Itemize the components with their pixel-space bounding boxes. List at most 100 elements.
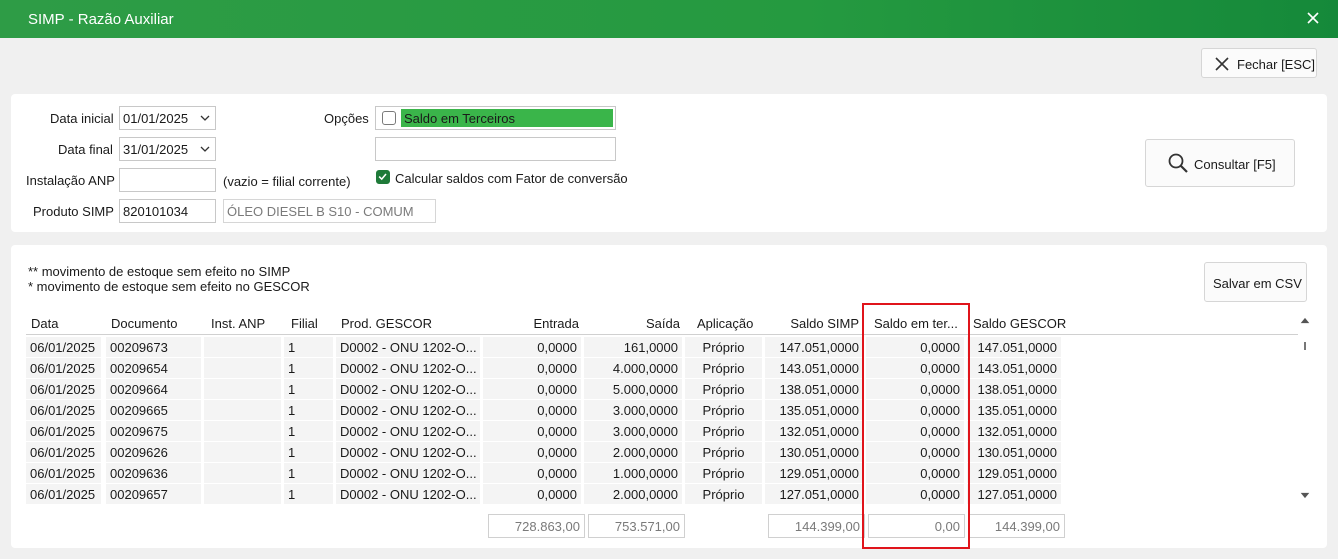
header-divider [26,334,1298,335]
instalacao-field[interactable] [119,168,216,192]
scroll-down-icon[interactable] [1299,491,1311,500]
cell-saldo-gescor: 130.051,0000 [967,442,1061,462]
cell-documento: 00209673 [106,337,201,357]
cell-data: 06/01/2025 [26,358,101,378]
instalacao-hint: (vazio = filial corrente) [223,174,351,189]
fator-conversao-label: Calcular saldos com Fator de conversão [395,171,628,186]
cell-prod: D0002 - ONU 1202-O... [336,337,480,357]
cell-documento: 00209657 [106,484,201,504]
cell-entrada: 0,0000 [483,400,581,420]
cell-filial: 1 [284,484,333,504]
cell-data: 06/01/2025 [26,400,101,420]
cell-documento: 00209675 [106,421,201,441]
consultar-button[interactable]: Consultar [F5] [1145,139,1295,187]
scroll-up-icon[interactable] [1299,316,1311,325]
cell-documento: 00209626 [106,442,201,462]
cell-data: 06/01/2025 [26,421,101,441]
cell-saldo-gescor: 147.051,0000 [967,337,1061,357]
cell-saldo-simp: 147.051,0000 [765,337,863,357]
window-title: SIMP - Razão Auxiliar [28,11,174,28]
cell-aplicacao: Próprio [685,400,762,420]
cell-prod: D0002 - ONU 1202-O... [336,400,480,420]
cell-filial: 1 [284,463,333,483]
cell-saldo-gescor: 138.051,0000 [967,379,1061,399]
note-gescor: * movimento de estoque sem efeito no GES… [28,279,310,294]
cell-inst [204,379,281,399]
close-button-label: Fechar [ESC] [1237,57,1316,72]
opcoes-secondary-field[interactable] [375,137,616,161]
saldo-terceiros-option[interactable]: Saldo em Terceiros [401,109,613,127]
cell-documento: 00209636 [106,463,201,483]
data-inicial-value: 01/01/2025 [123,111,189,126]
cell-saida: 4.000,0000 [584,358,682,378]
cell-filial: 1 [284,337,333,357]
saldo-terceiros-checkbox[interactable] [382,111,396,125]
note-simp: ** movimento de estoque sem efeito no SI… [28,264,291,279]
cell-filial: 1 [284,421,333,441]
scroll-thumb[interactable] [1304,342,1306,350]
cell-saida: 5.000,0000 [584,379,682,399]
cell-entrada: 0,0000 [483,463,581,483]
cell-aplicacao: Próprio [685,358,762,378]
cell-saldo-gescor: 135.051,0000 [967,400,1061,420]
cell-saida: 3.000,0000 [584,400,682,420]
cell-saida: 2.000,0000 [584,442,682,462]
produto-description-field: ÓLEO DIESEL B S10 - COMUM [223,199,436,223]
close-button[interactable]: Fechar [ESC] [1201,48,1317,78]
results-grid[interactable]: Data Documento Inst. ANP Filial Prod. GE… [26,313,1314,504]
cell-saida: 2.000,0000 [584,484,682,504]
cell-saldo-simp: 129.051,0000 [765,463,863,483]
produto-description-value: ÓLEO DIESEL B S10 - COMUM [227,204,414,219]
chevron-down-icon [200,115,210,121]
save-csv-label: Salvar em CSV [1213,276,1302,291]
cell-saldo-simp: 130.051,0000 [765,442,863,462]
cell-prod: D0002 - ONU 1202-O... [336,379,480,399]
cell-inst [204,400,281,420]
cell-filial: 1 [284,442,333,462]
total-saida: 753.571,00 [588,514,685,538]
cell-documento: 00209664 [106,379,201,399]
cell-inst [204,358,281,378]
cell-entrada: 0,0000 [483,337,581,357]
vertical-scrollbar[interactable] [1298,313,1312,504]
fator-conversao-checkbox[interactable] [376,170,390,184]
cell-saldo-gescor: 132.051,0000 [967,421,1061,441]
cell-prod: D0002 - ONU 1202-O... [336,442,480,462]
cell-prod: D0002 - ONU 1202-O... [336,463,480,483]
data-final-value: 31/01/2025 [123,142,189,157]
cell-entrada: 0,0000 [483,379,581,399]
cell-inst [204,463,281,483]
opcoes-label: Opções [324,111,369,126]
cell-saldo-gescor: 143.051,0000 [967,358,1061,378]
cell-saldo-simp: 127.051,0000 [765,484,863,504]
close-icon[interactable] [1304,9,1322,27]
cell-inst [204,337,281,357]
chevron-down-icon [200,146,210,152]
cell-inst [204,484,281,504]
total-saldo-simp: 144.399,00 [768,514,865,538]
total-entrada: 728.863,00 [488,514,585,538]
cell-entrada: 0,0000 [483,421,581,441]
cell-prod: D0002 - ONU 1202-O... [336,484,480,504]
cell-aplicacao: Próprio [685,379,762,399]
produto-code-value: 820101034 [123,204,189,219]
cell-inst [204,442,281,462]
cell-filial: 1 [284,379,333,399]
save-csv-button[interactable]: Salvar em CSV [1204,262,1307,302]
close-x-icon [1215,57,1229,71]
data-final-field[interactable]: 31/01/2025 [119,137,216,161]
cell-aplicacao: Próprio [685,337,762,357]
cell-saldo-simp: 143.051,0000 [765,358,863,378]
cell-saldo-simp: 132.051,0000 [765,421,863,441]
cell-entrada: 0,0000 [483,442,581,462]
highlight-box [862,303,970,549]
data-final-label: Data final [58,142,113,157]
search-icon [1168,153,1188,173]
cell-documento: 00209654 [106,358,201,378]
cell-saldo-simp: 135.051,0000 [765,400,863,420]
cell-aplicacao: Próprio [685,463,762,483]
data-inicial-field[interactable]: 01/01/2025 [119,106,216,130]
cell-data: 06/01/2025 [26,442,101,462]
cell-documento: 00209665 [106,400,201,420]
produto-code-field[interactable]: 820101034 [119,199,216,223]
